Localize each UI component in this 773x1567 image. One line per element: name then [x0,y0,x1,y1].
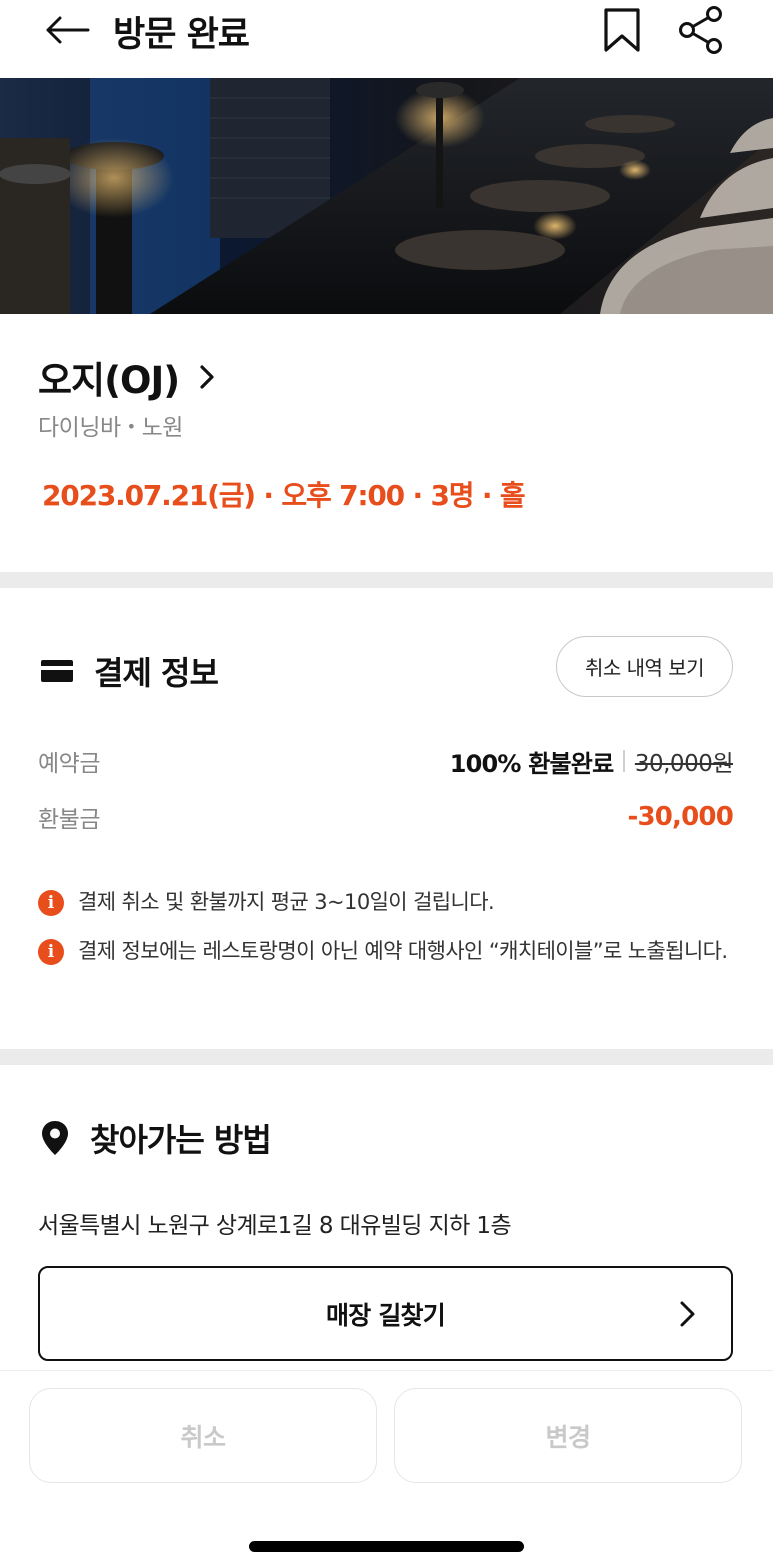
share-button[interactable] [676,4,728,56]
deposit-label: 예약금 [38,751,100,777]
notice-text: 결제 정보에는 레스토랑명이 아닌 예약 대행사인 “캐치테이블”로 노출됩니다… [78,939,728,963]
refund-row: 환불금 -30,000 [38,800,734,834]
chevron-right-icon [680,1301,695,1327]
reservation-summary: 2023.07.21(금) · 오후 7:00 · 3명 · 홀 [42,479,526,512]
refund-label: 환불금 [38,807,100,833]
home-indicator[interactable] [249,1541,524,1552]
restaurant-category: 다이닝바 [38,415,121,441]
back-button[interactable] [44,8,96,52]
deposit-values: 100% 환불완료 30,000원 [449,744,734,779]
deposit-amount: 30,000원 [634,751,734,777]
page-title: 방문 완료 [113,15,250,55]
directions-section-header: 찾아가는 방법 [40,1115,272,1161]
chevron-right-icon [200,365,214,389]
cancel-history-button[interactable]: 취소 내역 보기 [556,636,733,697]
refund-status: 100% 환불완료 [449,749,614,778]
share-icon [679,6,722,54]
directions-section-title: 찾아가는 방법 [90,1121,272,1159]
find-route-label: 매장 길찾기 [326,1300,446,1330]
section-divider [0,1049,773,1065]
restaurant-name-link[interactable]: 오지(OJ) [38,350,215,404]
restaurant-name: 오지(OJ) [38,359,180,402]
restaurant-photo [0,78,773,314]
top-app-bar: 방문 완료 [0,0,773,78]
location-pin-icon [42,1121,68,1155]
value-separator [623,750,625,772]
meta-separator: • [126,417,136,436]
refund-amount: -30,000 [627,802,733,832]
payment-section-title: 결제 정보 [94,654,219,692]
cancel-reservation-button[interactable]: 취소 [29,1388,377,1483]
bookmark-icon [604,8,640,52]
info-icon: i [38,890,64,916]
payment-notice: i 결제 정보에는 레스토랑명이 아닌 예약 대행사인 “캐치테이블”로 노출됩… [38,937,738,972]
change-reservation-button[interactable]: 변경 [394,1388,742,1483]
restaurant-meta: 다이닝바 • 노원 [38,408,183,442]
store-address: 서울특별시 노원구 상계로1길 8 대유빌딩 지하 1층 [38,1213,512,1239]
payment-section-header: 결제 정보 [40,648,219,694]
bookmark-button[interactable] [600,6,644,54]
section-divider [0,572,773,588]
info-icon: i [38,939,64,965]
bar-interior-image [0,78,773,314]
payment-notice: i 결제 취소 및 환불까지 평균 3~10일이 걸립니다. [38,888,738,923]
find-route-button[interactable]: 매장 길찾기 [38,1266,733,1361]
deposit-row: 예약금 100% 환불완료 30,000원 [38,744,734,779]
bottom-bar-divider [0,1370,773,1371]
credit-card-icon [41,660,73,682]
arrow-left-icon [46,16,90,44]
notice-text: 결제 취소 및 환불까지 평균 3~10일이 걸립니다. [78,890,495,914]
restaurant-location: 노원 [141,415,184,441]
